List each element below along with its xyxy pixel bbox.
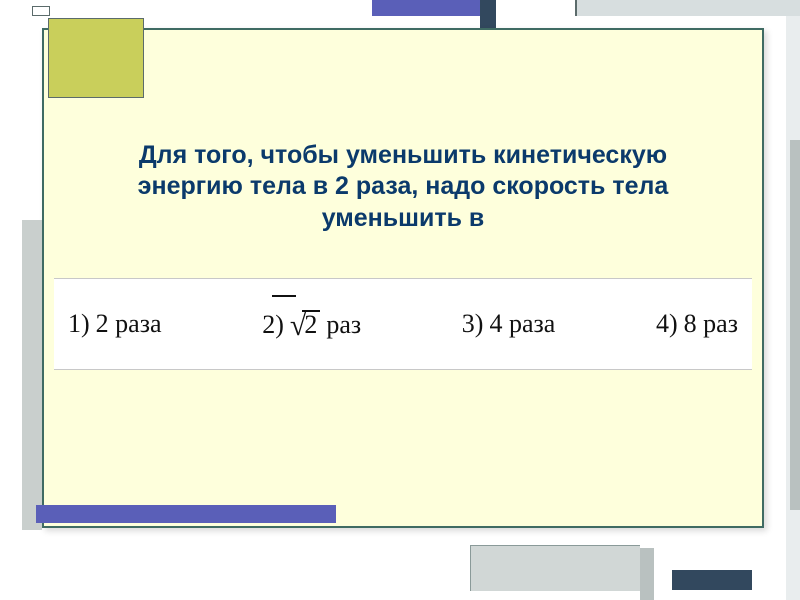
content-card: Для того, чтобы уменьшить кинетическую э… bbox=[42, 28, 764, 528]
deco-bottom-dark bbox=[672, 570, 752, 590]
option-text: 2 раза bbox=[96, 309, 162, 339]
option-text: 8 раз bbox=[684, 309, 738, 339]
answer-option-3: 3) 4 раза bbox=[462, 309, 556, 339]
option-number: 3) bbox=[462, 309, 484, 339]
sqrt-expression: √ 2 bbox=[290, 309, 320, 339]
deco-top-indigo bbox=[372, 0, 482, 16]
option-number: 4) bbox=[656, 309, 678, 339]
deco-top-right-bar bbox=[575, 0, 800, 16]
option-text: 4 раза bbox=[489, 309, 555, 339]
answer-option-1: 1) 2 раза bbox=[68, 309, 162, 339]
deco-olive-square bbox=[48, 18, 144, 98]
question-text: Для того, чтобы уменьшить кинетическую э… bbox=[44, 140, 762, 234]
question-line3: уменьшить в bbox=[322, 204, 485, 232]
overline-mark bbox=[272, 295, 296, 297]
answers-strip: 1) 2 раза 2) √ 2 раз 3) 4 раза 4) 8 раз bbox=[54, 278, 752, 370]
deco-bottom-indigo bbox=[36, 505, 336, 523]
deco-left-strip bbox=[22, 220, 42, 530]
radical-icon: √ bbox=[290, 311, 306, 341]
deco-mid-vert bbox=[640, 548, 654, 600]
option-number: 2) bbox=[262, 310, 284, 340]
deco-tiny-square bbox=[32, 6, 50, 16]
question-line1: Для того, чтобы уменьшить кинетическую bbox=[139, 141, 667, 169]
deco-bottom-grey bbox=[470, 545, 640, 591]
deco-right-rail bbox=[790, 140, 800, 510]
answer-option-2: 2) √ 2 раз bbox=[262, 309, 361, 340]
slide-canvas: Для того, чтобы уменьшить кинетическую э… bbox=[0, 0, 800, 600]
question-line2: энергию тела в 2 раза, надо скорость тел… bbox=[138, 172, 669, 200]
option-number: 1) bbox=[68, 309, 90, 339]
option-unit: раз bbox=[326, 310, 361, 340]
answer-option-4: 4) 8 раз bbox=[656, 309, 738, 339]
